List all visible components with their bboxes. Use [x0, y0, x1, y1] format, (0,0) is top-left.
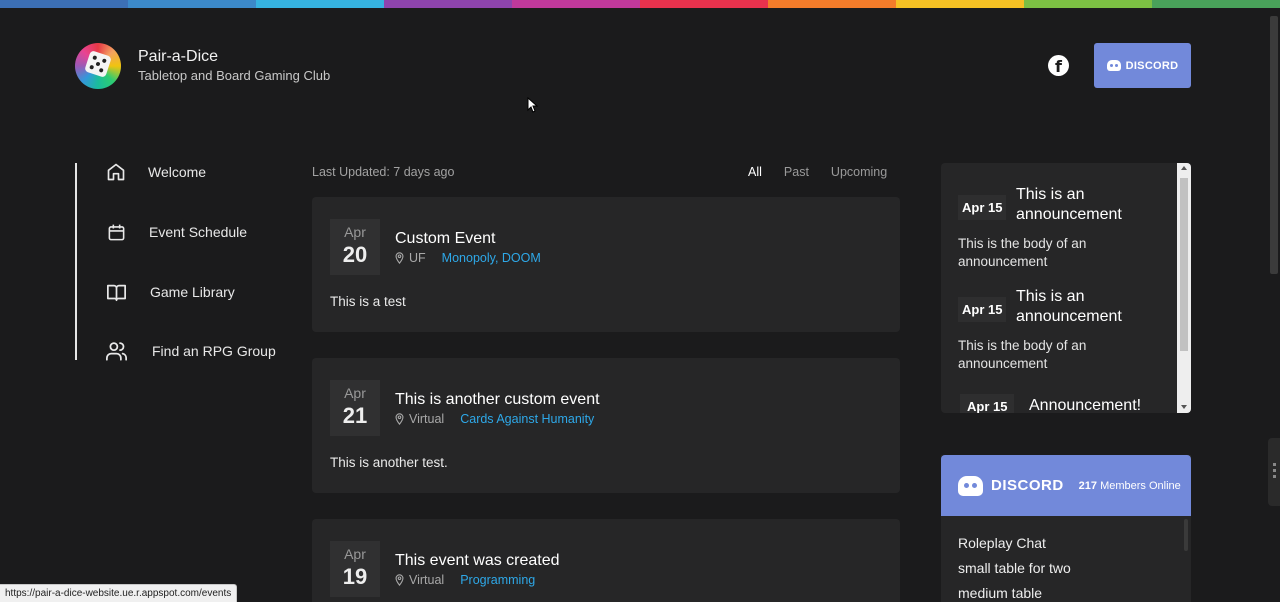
- rainbow-segment: [128, 0, 256, 8]
- location-pin-icon: [395, 574, 404, 586]
- event-title: This is another custom event: [395, 391, 600, 408]
- discord-widget-header[interactable]: DISCORD 217 Members Online: [941, 455, 1191, 516]
- discord-widget: DISCORD 217 Members Online Roleplay Chat…: [941, 455, 1191, 602]
- announcement-date: Apr 15: [960, 394, 1015, 413]
- channel-item[interactable]: medium table: [958, 581, 1071, 602]
- announcements-panel: Apr 15 This is an announcement This is t…: [941, 163, 1191, 413]
- nav-active-indicator: [75, 163, 77, 360]
- discord-widget-scrollbar[interactable]: [1184, 519, 1188, 551]
- announcement-body: This is the body of an announcement: [958, 338, 1087, 371]
- filter-past[interactable]: Past: [784, 165, 809, 179]
- event-card: Apr 21 This is another custom event Virt…: [312, 358, 900, 493]
- announcement-title: This is an announcement: [1016, 288, 1122, 325]
- club-logo[interactable]: [75, 43, 121, 89]
- event-card: Apr 20 Custom Event UF Monopoly, DOOM Th…: [312, 197, 900, 332]
- event-month: Apr: [344, 385, 366, 401]
- announcement-date: Apr 15: [958, 195, 1007, 220]
- event-games-link[interactable]: Monopoly, DOOM: [442, 251, 541, 265]
- dice-icon: [84, 50, 112, 78]
- members-label: Members Online: [1100, 479, 1181, 492]
- nav-item-label: Welcome: [148, 164, 207, 180]
- page-scrollbar[interactable]: [1268, 8, 1280, 602]
- event-day: 20: [342, 242, 368, 267]
- page-scrollbar-thumb[interactable]: [1270, 16, 1278, 274]
- users-icon: [105, 340, 127, 362]
- location-pin-icon: [395, 413, 404, 425]
- calendar-icon: [105, 221, 127, 243]
- last-updated: Last Updated: 7 days ago: [312, 165, 455, 179]
- nav-item-label: Event Schedule: [149, 224, 248, 240]
- nav-item-game-library[interactable]: Game Library: [105, 281, 235, 303]
- event-meta: Virtual Cards Against Humanity: [395, 412, 594, 426]
- rainbow-segment: [896, 0, 1024, 8]
- filter-upcoming[interactable]: Upcoming: [831, 165, 887, 179]
- channel-item[interactable]: Roleplay Chat: [958, 531, 1071, 556]
- rainbow-segment: [0, 0, 128, 8]
- event-title: Custom Event: [395, 230, 496, 247]
- channel-item[interactable]: small table for two: [958, 556, 1071, 581]
- event-date: Apr 19: [330, 541, 380, 597]
- nav-item-event-schedule[interactable]: Event Schedule: [105, 221, 247, 243]
- event-games-link[interactable]: Cards Against Humanity: [460, 412, 594, 426]
- members-count: 217: [1078, 479, 1098, 492]
- rainbow-segment: [1024, 0, 1152, 8]
- discord-button[interactable]: DISCORD: [1094, 43, 1191, 88]
- event-location: Virtual: [409, 412, 445, 426]
- side-drawer-handle[interactable]: [1268, 438, 1280, 506]
- event-location: Virtual: [409, 573, 445, 587]
- event-date: Apr 20: [330, 219, 380, 275]
- nav-item-label: Find an RPG Group: [152, 343, 276, 359]
- nav-item-label: Game Library: [150, 284, 235, 300]
- event-games-link[interactable]: Programming: [460, 573, 535, 587]
- rainbow-segment: [640, 0, 768, 8]
- event-day: 21: [342, 403, 368, 428]
- brand-title[interactable]: Pair-a-Dice: [138, 48, 218, 66]
- rainbow-segment: [1152, 0, 1280, 8]
- event-month: Apr: [344, 224, 366, 240]
- announcements-scrollbar[interactable]: [1177, 163, 1191, 413]
- brand-subtitle: Tabletop and Board Gaming Club: [138, 68, 331, 83]
- announcement-body: This is the body of an announcement: [958, 236, 1087, 269]
- members-online: 217 Members Online: [1079, 480, 1181, 492]
- announcement-date: Apr 15: [958, 297, 1007, 322]
- status-bar-url: https://pair-a-dice-website.ue.r.appspot…: [0, 584, 238, 602]
- facebook-icon[interactable]: f: [1048, 55, 1069, 76]
- discord-button-label: DISCORD: [1125, 59, 1179, 72]
- discord-channel-list: Roleplay Chat small table for two medium…: [958, 531, 1071, 602]
- home-icon: [105, 161, 127, 183]
- event-meta: Virtual Programming: [395, 573, 535, 587]
- location-pin-icon: [395, 252, 404, 264]
- discord-wordmark: DISCORD: [991, 477, 1064, 494]
- event-body: This is another test.: [330, 455, 448, 470]
- event-meta: UF Monopoly, DOOM: [395, 251, 541, 265]
- discord-icon: [1106, 60, 1121, 71]
- rainbow-segment: [256, 0, 384, 8]
- scroll-up-arrow-icon[interactable]: [1181, 166, 1187, 170]
- event-body: This is a test: [330, 294, 406, 309]
- event-title: This event was created: [395, 552, 560, 569]
- rainbow-segment: [384, 0, 512, 8]
- event-location: UF: [409, 251, 426, 265]
- event-filters: All Past Upcoming: [748, 165, 887, 179]
- discord-icon: [958, 475, 983, 496]
- nav-item-welcome[interactable]: Welcome: [105, 161, 206, 183]
- scrollbar-thumb[interactable]: [1180, 178, 1188, 351]
- event-date: Apr 21: [330, 380, 380, 436]
- event-month: Apr: [344, 546, 366, 562]
- book-icon: [105, 281, 127, 303]
- filter-all[interactable]: All: [748, 165, 762, 179]
- rainbow-segment: [512, 0, 640, 8]
- nav-item-find-rpg-group[interactable]: Find an RPG Group: [105, 340, 276, 362]
- event-day: 19: [342, 564, 368, 589]
- announcement-title: This is an announcement: [1016, 186, 1122, 223]
- announcement-title: Announcement!: [1029, 397, 1142, 413]
- rainbow-stripe: [0, 0, 1280, 8]
- rainbow-segment: [768, 0, 896, 8]
- scroll-down-arrow-icon[interactable]: [1181, 405, 1187, 409]
- event-card: Apr 19 This event was created Virtual Pr…: [312, 519, 900, 602]
